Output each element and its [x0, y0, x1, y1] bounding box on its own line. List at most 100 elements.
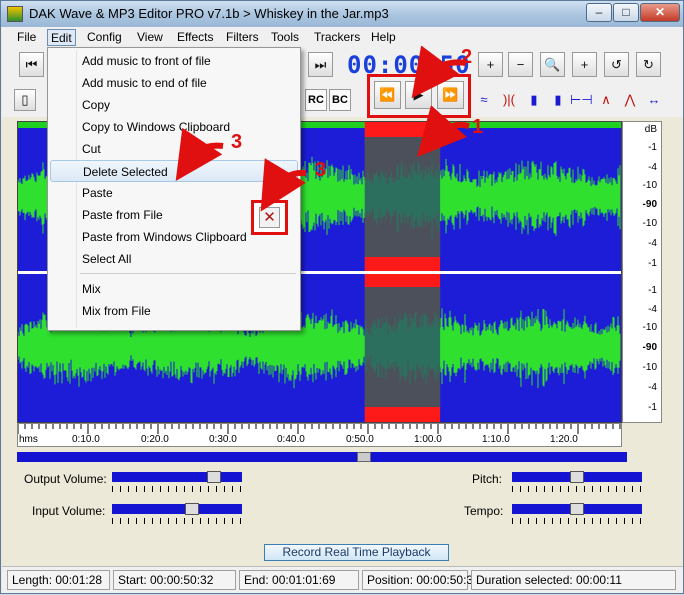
minimize-button[interactable]: –: [586, 3, 612, 22]
db-label: -10: [642, 218, 657, 229]
delete-icon[interactable]: ✕: [259, 207, 280, 228]
zoom-in-button[interactable]: +: [478, 52, 503, 77]
amplify-effect-icon[interactable]: ▮: [523, 89, 545, 111]
zoom-selection-button[interactable]: +: [572, 52, 597, 77]
time-label: 0:30.0: [209, 434, 237, 445]
tempo-slider[interactable]: [512, 503, 642, 515]
pitch-slider[interactable]: [512, 471, 642, 483]
status-end: End: 00:01:01:69: [239, 570, 359, 590]
status-duration: Duration selected: 00:00:11: [471, 570, 676, 590]
annotation-number-1: 1: [472, 116, 484, 138]
menu-mix-from-file[interactable]: Mix from File: [50, 300, 298, 322]
horizontal-scrollbar[interactable]: [17, 452, 627, 462]
time-label: 0:40.0: [277, 434, 305, 445]
normalize-effect-icon[interactable]: ▮: [547, 89, 569, 111]
selected-waveform: [364, 137, 441, 257]
time-ruler: hms 0:10.0 0:20.0 0:30.0 0:40.0 0:50.0 1…: [17, 423, 622, 447]
fade-effect-icon[interactable]: ∧: [595, 89, 617, 111]
scrollbar-thumb[interactable]: [356, 452, 371, 462]
menu-cut[interactable]: Cut: [50, 138, 298, 160]
transport-highlight-box: [367, 74, 471, 118]
slider-ticks: [112, 518, 242, 524]
db-scale: dB -1 -4 -10 -90 -10 -4 -1 -1 -4 -10 -90…: [622, 121, 662, 423]
db-label: -1: [648, 258, 657, 269]
menu-separator: [80, 273, 296, 274]
output-volume-slider[interactable]: [112, 471, 242, 483]
slider-thumb[interactable]: [207, 471, 222, 483]
menu-file[interactable]: File: [14, 29, 39, 46]
menu-tools[interactable]: Tools: [268, 29, 302, 46]
db-label: -10: [642, 180, 657, 191]
rc-button[interactable]: RC: [305, 89, 327, 111]
edit-menu-dropdown: Add music to front of file Add music to …: [47, 47, 301, 331]
zoom-out-button[interactable]: −: [508, 52, 533, 77]
db-label: -4: [648, 382, 657, 393]
time-label: 0:20.0: [141, 434, 169, 445]
status-position: Position: 00:00:50:32: [362, 570, 480, 590]
menu-bar: File Edit Config View Effects Filters To…: [2, 27, 683, 47]
db-label: -4: [648, 304, 657, 315]
time-label: 1:10.0: [482, 434, 510, 445]
app-logo-icon: [7, 6, 23, 22]
title-bar: DAK Wave & MP3 Editor PRO v7.1b > Whiske…: [1, 1, 683, 27]
db-label: -1: [648, 285, 657, 296]
annotation-number-2: 2: [461, 46, 473, 68]
time-label: 0:50.0: [346, 434, 374, 445]
ruler-ticks: [18, 424, 621, 434]
menu-edit[interactable]: Edit: [47, 29, 76, 46]
menu-view[interactable]: View: [134, 29, 166, 46]
input-volume-label: Input Volume:: [32, 504, 106, 518]
menu-effects[interactable]: Effects: [174, 29, 216, 46]
db-label: -1: [648, 142, 657, 153]
menu-trackers[interactable]: Trackers: [311, 29, 363, 46]
menu-copy-clipboard[interactable]: Copy to Windows Clipboard: [50, 116, 298, 138]
waveform-effect-icon[interactable]: ≈: [473, 89, 495, 111]
skip-to-end-button[interactable]: ⏭: [308, 52, 333, 77]
slider-thumb[interactable]: [185, 503, 200, 515]
selected-waveform: [364, 287, 441, 407]
app-window: DAK Wave & MP3 Editor PRO v7.1b > Whiske…: [0, 0, 684, 594]
menu-delete-selected[interactable]: Delete Selected: [50, 160, 298, 182]
maximize-button[interactable]: □: [613, 3, 639, 22]
time-label: 1:20.0: [550, 434, 578, 445]
pitch-label: Pitch:: [472, 472, 503, 486]
db-label: -10: [642, 322, 657, 333]
menu-help[interactable]: Help: [368, 29, 399, 46]
menu-config[interactable]: Config: [84, 29, 125, 46]
menu-add-to-front[interactable]: Add music to front of file: [50, 50, 298, 72]
menu-filters[interactable]: Filters: [223, 29, 262, 46]
bc-button[interactable]: BC: [329, 89, 351, 111]
record-playback-button[interactable]: Record Real Time Playback: [264, 544, 449, 561]
menu-copy[interactable]: Copy: [50, 94, 298, 116]
status-length: Length: 00:01:28: [7, 570, 110, 590]
slider-thumb[interactable]: [570, 503, 584, 515]
zoom-fit-button[interactable]: 🔍: [540, 52, 565, 77]
menu-select-all[interactable]: Select All: [50, 248, 298, 270]
redo-button[interactable]: ↻: [636, 52, 661, 77]
time-label: 0:10.0: [72, 434, 100, 445]
db-label: -4: [648, 162, 657, 173]
silence-effect-icon[interactable]: ⊢⊣: [570, 89, 593, 111]
stretch-effect-icon[interactable]: ↔: [643, 89, 665, 111]
db-label: -90: [642, 342, 657, 353]
status-start: Start: 00:00:50:32: [113, 570, 236, 590]
skip-to-start-button[interactable]: ⏮: [19, 52, 44, 77]
annotation-number-3: 3: [231, 131, 243, 153]
envelope-effect-icon[interactable]: ⋀: [619, 89, 641, 111]
db-unit-label: dB: [644, 124, 657, 135]
tempo-label: Tempo:: [464, 504, 504, 518]
menu-add-to-end[interactable]: Add music to end of file: [50, 72, 298, 94]
slider-ticks: [512, 486, 642, 492]
undo-button[interactable]: ↺: [604, 52, 629, 77]
menu-mix[interactable]: Mix: [50, 278, 298, 300]
time-label: 1:00.0: [414, 434, 442, 445]
slider-ticks: [512, 518, 642, 524]
output-volume-label: Output Volume:: [24, 472, 107, 486]
new-file-icon[interactable]: ▯: [14, 89, 36, 111]
window-title: DAK Wave & MP3 Editor PRO v7.1b > Whiske…: [29, 6, 389, 21]
slider-thumb[interactable]: [570, 471, 584, 483]
input-volume-slider[interactable]: [112, 503, 242, 515]
db-label: -10: [642, 362, 657, 373]
echo-effect-icon[interactable]: )|(: [498, 89, 520, 111]
close-button[interactable]: ✕: [640, 3, 680, 22]
